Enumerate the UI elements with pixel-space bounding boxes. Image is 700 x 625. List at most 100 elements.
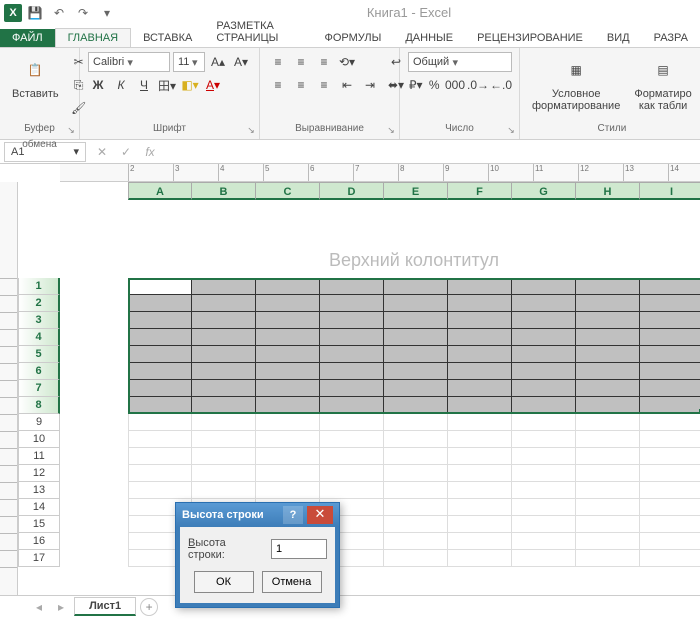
row-header-5[interactable]: 5 [18,346,60,363]
comma-button[interactable]: 000 [445,75,465,95]
dialog-ok-button[interactable]: ОК [194,571,254,593]
qat-customize[interactable]: ▾ [96,2,118,24]
cell[interactable] [384,414,448,431]
cell[interactable] [512,431,576,448]
save-button[interactable]: 💾 [24,2,46,24]
formula-input[interactable] [162,146,700,158]
cell[interactable] [512,414,576,431]
tab-review[interactable]: РЕЦЕНЗИРОВАНИЕ [465,29,595,47]
cell[interactable] [576,414,640,431]
cell[interactable] [256,380,320,397]
row-header-7[interactable]: 7 [18,380,60,397]
cell[interactable] [384,499,448,516]
cell[interactable] [640,278,700,295]
row-header-1[interactable]: 1 [18,278,60,295]
accounting-button[interactable]: ₽▾ [408,75,424,95]
decrease-font-button[interactable]: A▾ [231,52,251,72]
row-header-17[interactable]: 17 [18,550,60,567]
cell[interactable] [640,431,700,448]
cell[interactable] [256,346,320,363]
cell[interactable] [128,397,192,414]
underline-button[interactable]: Ч [134,75,154,95]
column-header-A[interactable]: A [128,182,192,200]
cell[interactable] [448,482,512,499]
tab-page-layout[interactable]: РАЗМЕТКА СТРАНИЦЫ [204,17,312,47]
increase-decimal-button[interactable]: .0→ [468,75,488,95]
cell[interactable] [576,482,640,499]
cell[interactable] [512,550,576,567]
column-header-H[interactable]: H [576,182,640,200]
align-top-button[interactable]: ≡ [268,52,288,72]
cell[interactable] [320,329,384,346]
horizontal-ruler[interactable]: 234567891011121314151617 [60,164,700,182]
cell[interactable] [576,363,640,380]
cell[interactable] [448,346,512,363]
cell[interactable] [640,414,700,431]
cell[interactable] [192,312,256,329]
redo-button[interactable]: ↷ [72,2,94,24]
cell[interactable] [640,363,700,380]
align-left-button[interactable]: ≡ [268,75,288,95]
cell[interactable] [576,329,640,346]
vertical-ruler[interactable] [0,182,18,595]
tab-file[interactable]: ФАЙЛ [0,29,55,47]
cell[interactable] [128,295,192,312]
dialog-help-button[interactable]: ? [283,506,303,524]
cell[interactable] [512,329,576,346]
add-sheet-button[interactable]: + [140,598,158,616]
align-bottom-button[interactable]: ≡ [314,52,334,72]
row-header-13[interactable]: 13 [18,482,60,499]
cell[interactable] [128,380,192,397]
cell[interactable] [192,397,256,414]
cell[interactable] [576,278,640,295]
cell[interactable] [576,533,640,550]
cell[interactable] [384,465,448,482]
decrease-indent-button[interactable]: ⇤ [337,75,357,95]
cell[interactable] [384,448,448,465]
tab-data[interactable]: ДАННЫЕ [393,29,465,47]
font-name-combo[interactable]: Calibri▾ [88,52,170,72]
cell[interactable] [448,295,512,312]
column-header-E[interactable]: E [384,182,448,200]
cell[interactable] [128,465,192,482]
align-center-button[interactable]: ≡ [291,75,311,95]
font-size-combo[interactable]: 11▾ [173,52,205,72]
row-height-input[interactable] [271,539,327,559]
font-launcher[interactable]: ↘ [245,125,257,137]
cell[interactable] [320,448,384,465]
selected-range[interactable] [128,278,700,414]
number-format-combo[interactable]: Общий▾ [408,52,512,72]
cell[interactable] [640,516,700,533]
cell[interactable] [640,448,700,465]
row-header-4[interactable]: 4 [18,329,60,346]
cell[interactable] [576,312,640,329]
cell[interactable] [448,380,512,397]
decrease-decimal-button[interactable]: ←.0 [491,75,511,95]
cell[interactable] [448,431,512,448]
column-header-B[interactable]: B [192,182,256,200]
tab-view[interactable]: ВИД [595,29,642,47]
cell[interactable] [576,465,640,482]
cell[interactable] [128,482,192,499]
cell[interactable] [512,346,576,363]
column-header-C[interactable]: C [256,182,320,200]
cell[interactable] [512,499,576,516]
cell[interactable] [384,295,448,312]
format-as-table-button[interactable]: ▤ Форматиро как табли [630,52,695,114]
cell[interactable] [128,363,192,380]
enter-formula-button[interactable]: ✓ [114,141,138,163]
cell[interactable] [320,414,384,431]
paste-button[interactable]: 📋 Вставить [8,52,63,102]
cell[interactable] [128,346,192,363]
cell[interactable] [320,431,384,448]
cell[interactable] [576,499,640,516]
cell[interactable] [192,482,256,499]
cell[interactable] [640,499,700,516]
cell[interactable] [384,380,448,397]
fill-color-button[interactable]: ◧▾ [180,75,200,95]
row-header-12[interactable]: 12 [18,465,60,482]
cell[interactable] [640,312,700,329]
cell[interactable] [256,431,320,448]
row-header-2[interactable]: 2 [18,295,60,312]
cell[interactable] [192,448,256,465]
